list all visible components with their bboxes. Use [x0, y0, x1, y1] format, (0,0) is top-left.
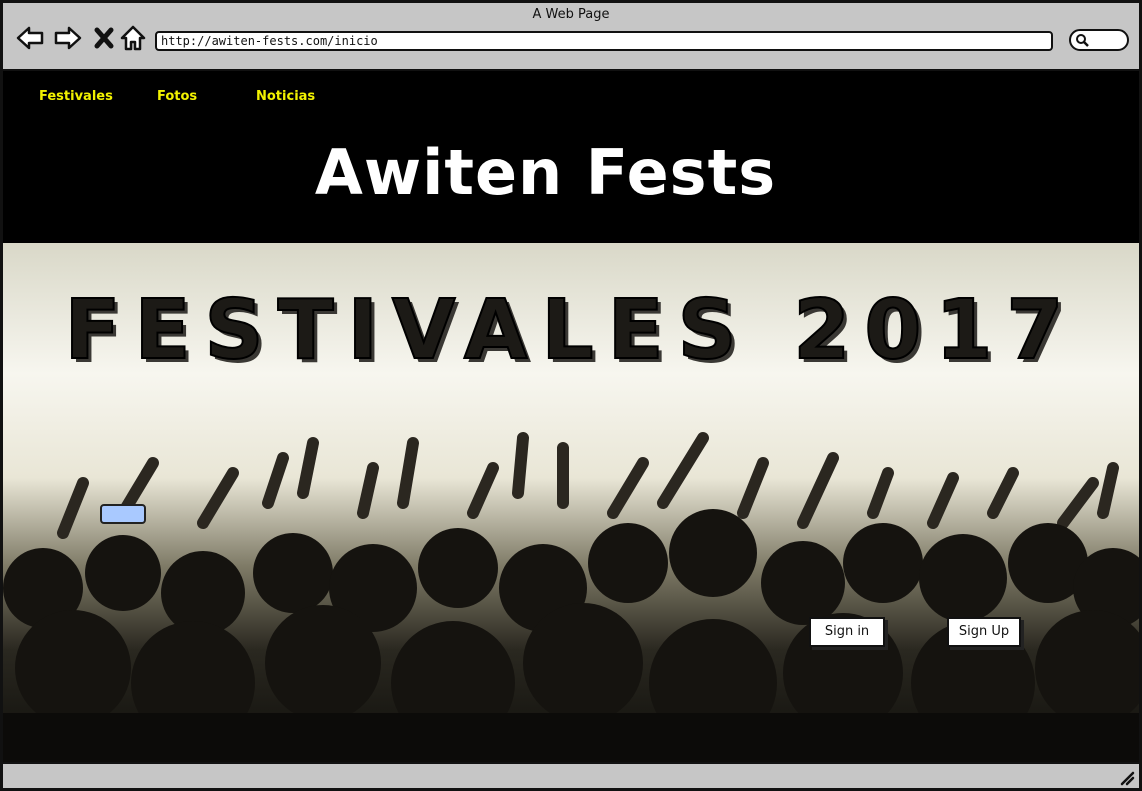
- site-title: Awiten Fests: [314, 136, 777, 209]
- window-title: A Web Page: [532, 7, 610, 22]
- search-field[interactable]: [1069, 29, 1129, 51]
- browser-window: A Web Page http://awiten-fests.com/inici…: [0, 0, 1142, 791]
- home-icon[interactable]: [119, 23, 149, 53]
- resize-grip-icon[interactable]: [1119, 770, 1135, 786]
- nav-item-fotos[interactable]: Fotos: [157, 89, 197, 104]
- forward-arrow-icon[interactable]: [53, 23, 83, 53]
- stop-icon[interactable]: [91, 23, 121, 53]
- hero-banner: FESTIVALES 2017 Sign in Sign Up: [3, 243, 1139, 765]
- status-bar: [3, 762, 1139, 788]
- nav-item-festivales[interactable]: Festivales: [39, 89, 113, 104]
- site-header: Festivales Fotos Noticias Awiten Fests: [3, 69, 1139, 245]
- browser-toolbar: A Web Page http://awiten-fests.com/inici…: [3, 3, 1139, 69]
- search-icon: [1076, 34, 1089, 47]
- address-bar[interactable]: http://awiten-fests.com/inicio: [155, 31, 1053, 51]
- sign-up-button[interactable]: Sign Up: [947, 617, 1021, 647]
- sign-in-button[interactable]: Sign in: [809, 617, 885, 647]
- nav-item-noticias[interactable]: Noticias: [256, 89, 315, 104]
- hero-title: FESTIVALES 2017: [64, 282, 1078, 379]
- back-arrow-icon[interactable]: [15, 23, 45, 53]
